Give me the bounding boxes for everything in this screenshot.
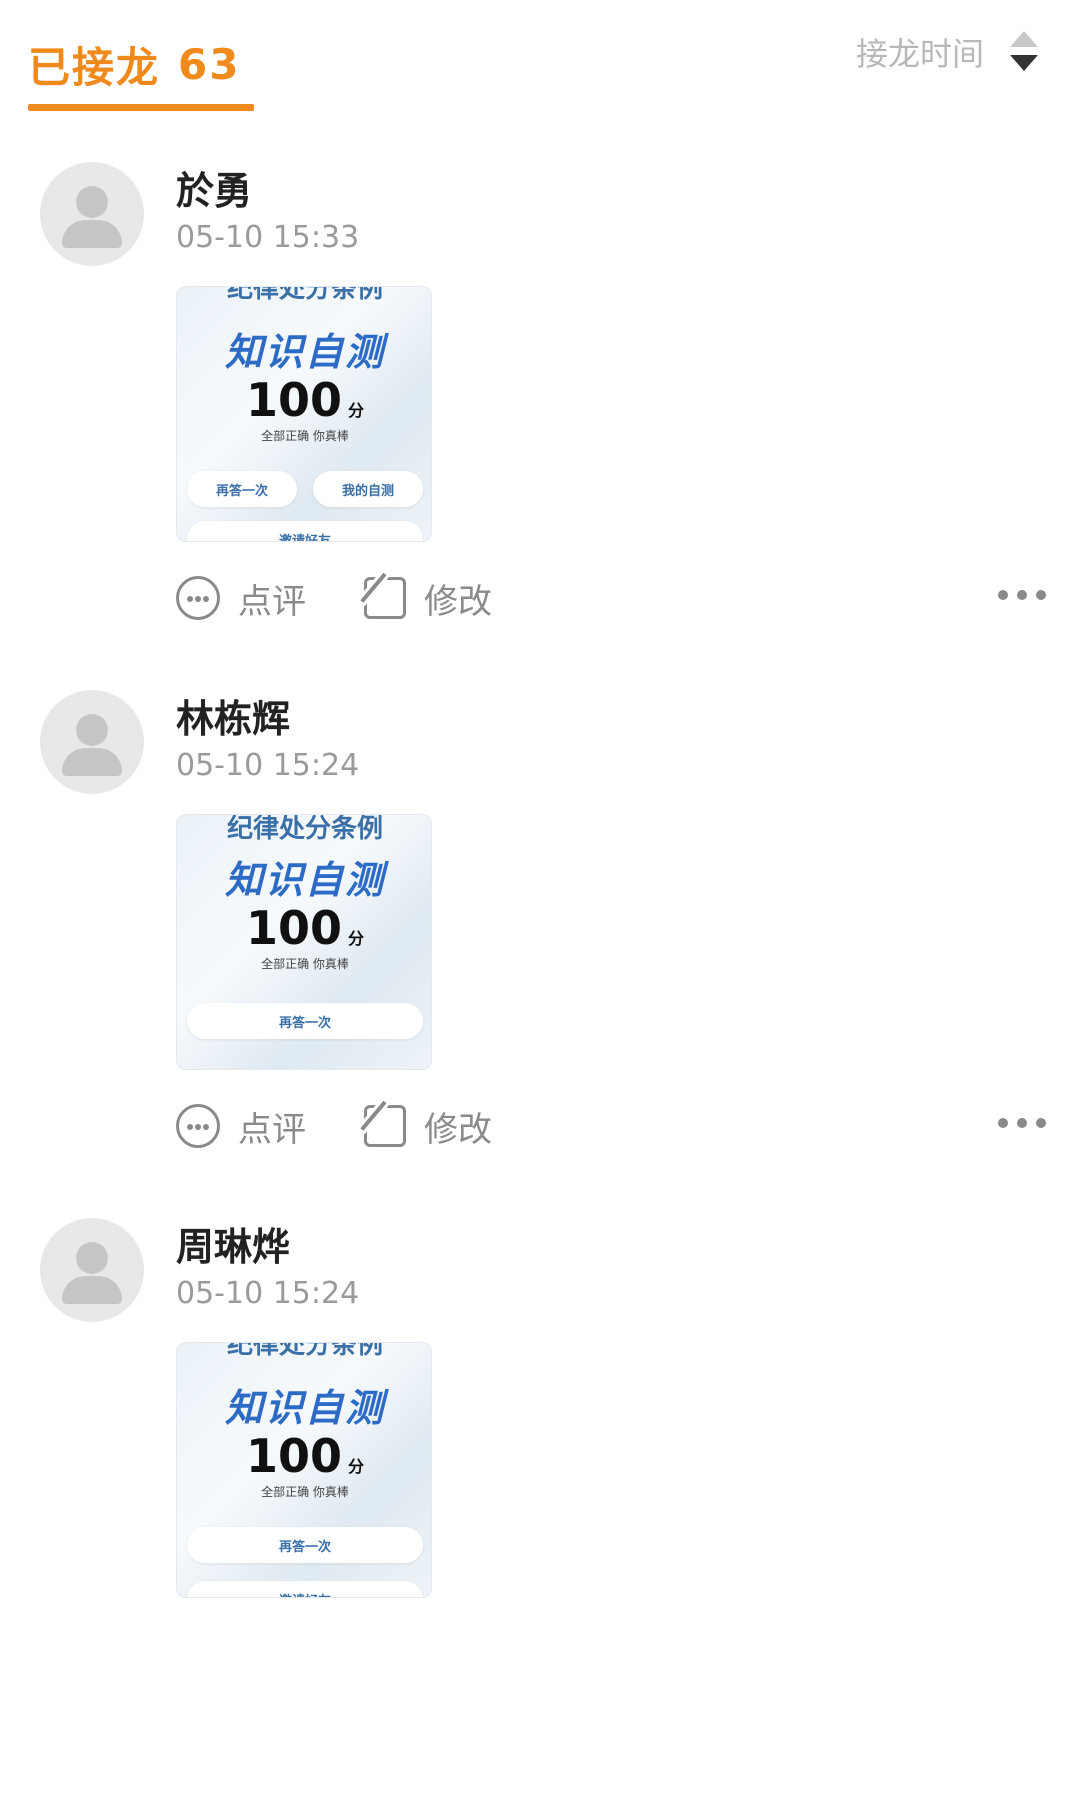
thumb-score-number: 100	[245, 1429, 342, 1483]
thumb-title: 知识自测	[224, 330, 385, 374]
thumb-my-test-button: 我的自测	[313, 471, 423, 507]
entry-actions: 点评 修改	[176, 568, 1046, 628]
avatar[interactable]	[40, 690, 144, 794]
thumb-title: 知识自测	[224, 858, 385, 902]
thumb-score-unit: 分	[348, 1457, 365, 1476]
list-header: 已接龙 63 接龙时间	[0, 0, 1080, 120]
timestamp: 05-10 15:33	[176, 220, 360, 255]
thumb-top-text: 纪律处分条例	[226, 286, 383, 304]
more-icon[interactable]	[998, 590, 1046, 604]
tab-underline	[28, 104, 254, 111]
thumb-retry-button: 再答一次	[187, 1003, 423, 1039]
tab-label: 已接龙	[28, 42, 161, 92]
thumb-retry-button: 再答一次	[187, 471, 297, 507]
thumb-praise: 全部正确 你真棒	[261, 429, 349, 443]
edit-label: 修改	[424, 581, 492, 622]
sort-label: 接龙时间	[855, 35, 984, 73]
list-item: 林栋辉 05-10 15:24 纪律处分条例 知识自测 100 分 全部正确 你真…	[0, 668, 1080, 1188]
attachment-image[interactable]: 纪律处分条例 知识自测 100 分 全部正确 你真棒 再答一次	[176, 814, 432, 1070]
thumb-score-number: 100	[245, 373, 342, 427]
tab-count: 63	[178, 39, 241, 89]
more-icon[interactable]	[998, 1118, 1046, 1132]
thumb-score: 100 分	[177, 1429, 431, 1483]
user-name: 林栋辉	[176, 697, 291, 741]
thumb-score: 100 分	[177, 901, 431, 955]
edit-button[interactable]: 修改	[360, 568, 492, 628]
thumb-score: 100 分	[177, 373, 431, 427]
sort-arrows-icon	[1010, 27, 1040, 77]
attachment-image[interactable]: 纪律处分条例 知识自测 100 分 全部正确 你真棒 再答一次 我的自测 邀请好友	[176, 286, 432, 542]
user-name: 周琳烨	[176, 1225, 291, 1269]
timestamp: 05-10 15:24	[176, 1276, 360, 1311]
comment-icon	[176, 576, 220, 620]
tab-joined[interactable]: 已接龙 63	[28, 24, 240, 104]
thumb-invite-button: 邀请好友	[187, 1581, 423, 1597]
comment-button[interactable]: 点评	[176, 1096, 306, 1156]
comment-button[interactable]: 点评	[176, 568, 306, 628]
comment-label: 点评	[238, 581, 306, 622]
thumb-top-text: 纪律处分条例	[226, 1342, 383, 1360]
thumb-title: 知识自测	[224, 1386, 385, 1430]
edit-icon	[360, 572, 406, 619]
thumb-praise: 全部正确 你真棒	[261, 957, 349, 971]
edit-icon	[360, 1100, 406, 1147]
list-item: 於勇 05-10 15:33 纪律处分条例 知识自测 100 分 全部正确 你真棒…	[0, 140, 1080, 660]
entry-actions: 点评 修改	[176, 1096, 1046, 1156]
edit-button[interactable]: 修改	[360, 1096, 492, 1156]
comment-icon	[176, 1104, 220, 1148]
comment-label: 点评	[238, 1109, 306, 1150]
timestamp: 05-10 15:24	[176, 748, 360, 783]
thumb-score-number: 100	[245, 901, 342, 955]
sort-button[interactable]: 接龙时间	[856, 22, 1040, 82]
thumb-score-unit: 分	[348, 929, 365, 948]
avatar[interactable]	[40, 1218, 144, 1322]
list-item: 周琳烨 05-10 15:24 纪律处分条例 知识自测 100 分 全部正确 你真…	[0, 1196, 1080, 1716]
thumb-praise: 全部正确 你真棒	[261, 1485, 349, 1499]
thumb-invite-button: 邀请好友	[187, 521, 423, 541]
thumb-top-text: 纪律处分条例	[226, 814, 383, 844]
user-name: 於勇	[176, 169, 253, 213]
avatar[interactable]	[40, 162, 144, 266]
edit-label: 修改	[424, 1109, 492, 1150]
thumb-score-unit: 分	[348, 401, 365, 420]
attachment-image[interactable]: 纪律处分条例 知识自测 100 分 全部正确 你真棒 再答一次 邀请好友	[176, 1342, 432, 1598]
thumb-retry-button: 再答一次	[187, 1527, 423, 1563]
